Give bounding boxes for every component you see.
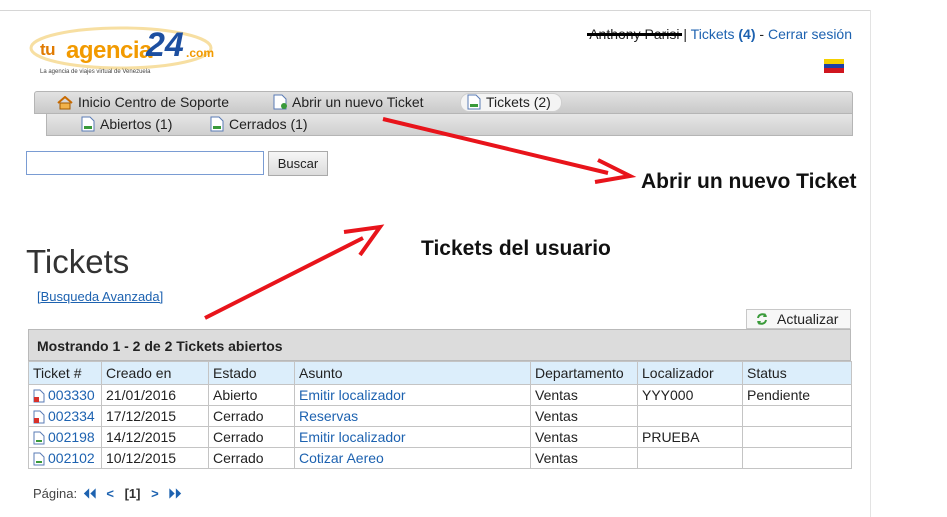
- annotation-new-ticket: Abrir un nuevo Ticket: [641, 170, 857, 193]
- arrow-to-user-tickets: [204, 224, 385, 320]
- annotation-user-tickets: Tickets del usuario: [421, 237, 611, 260]
- arrow-to-new-ticket: [382, 117, 637, 184]
